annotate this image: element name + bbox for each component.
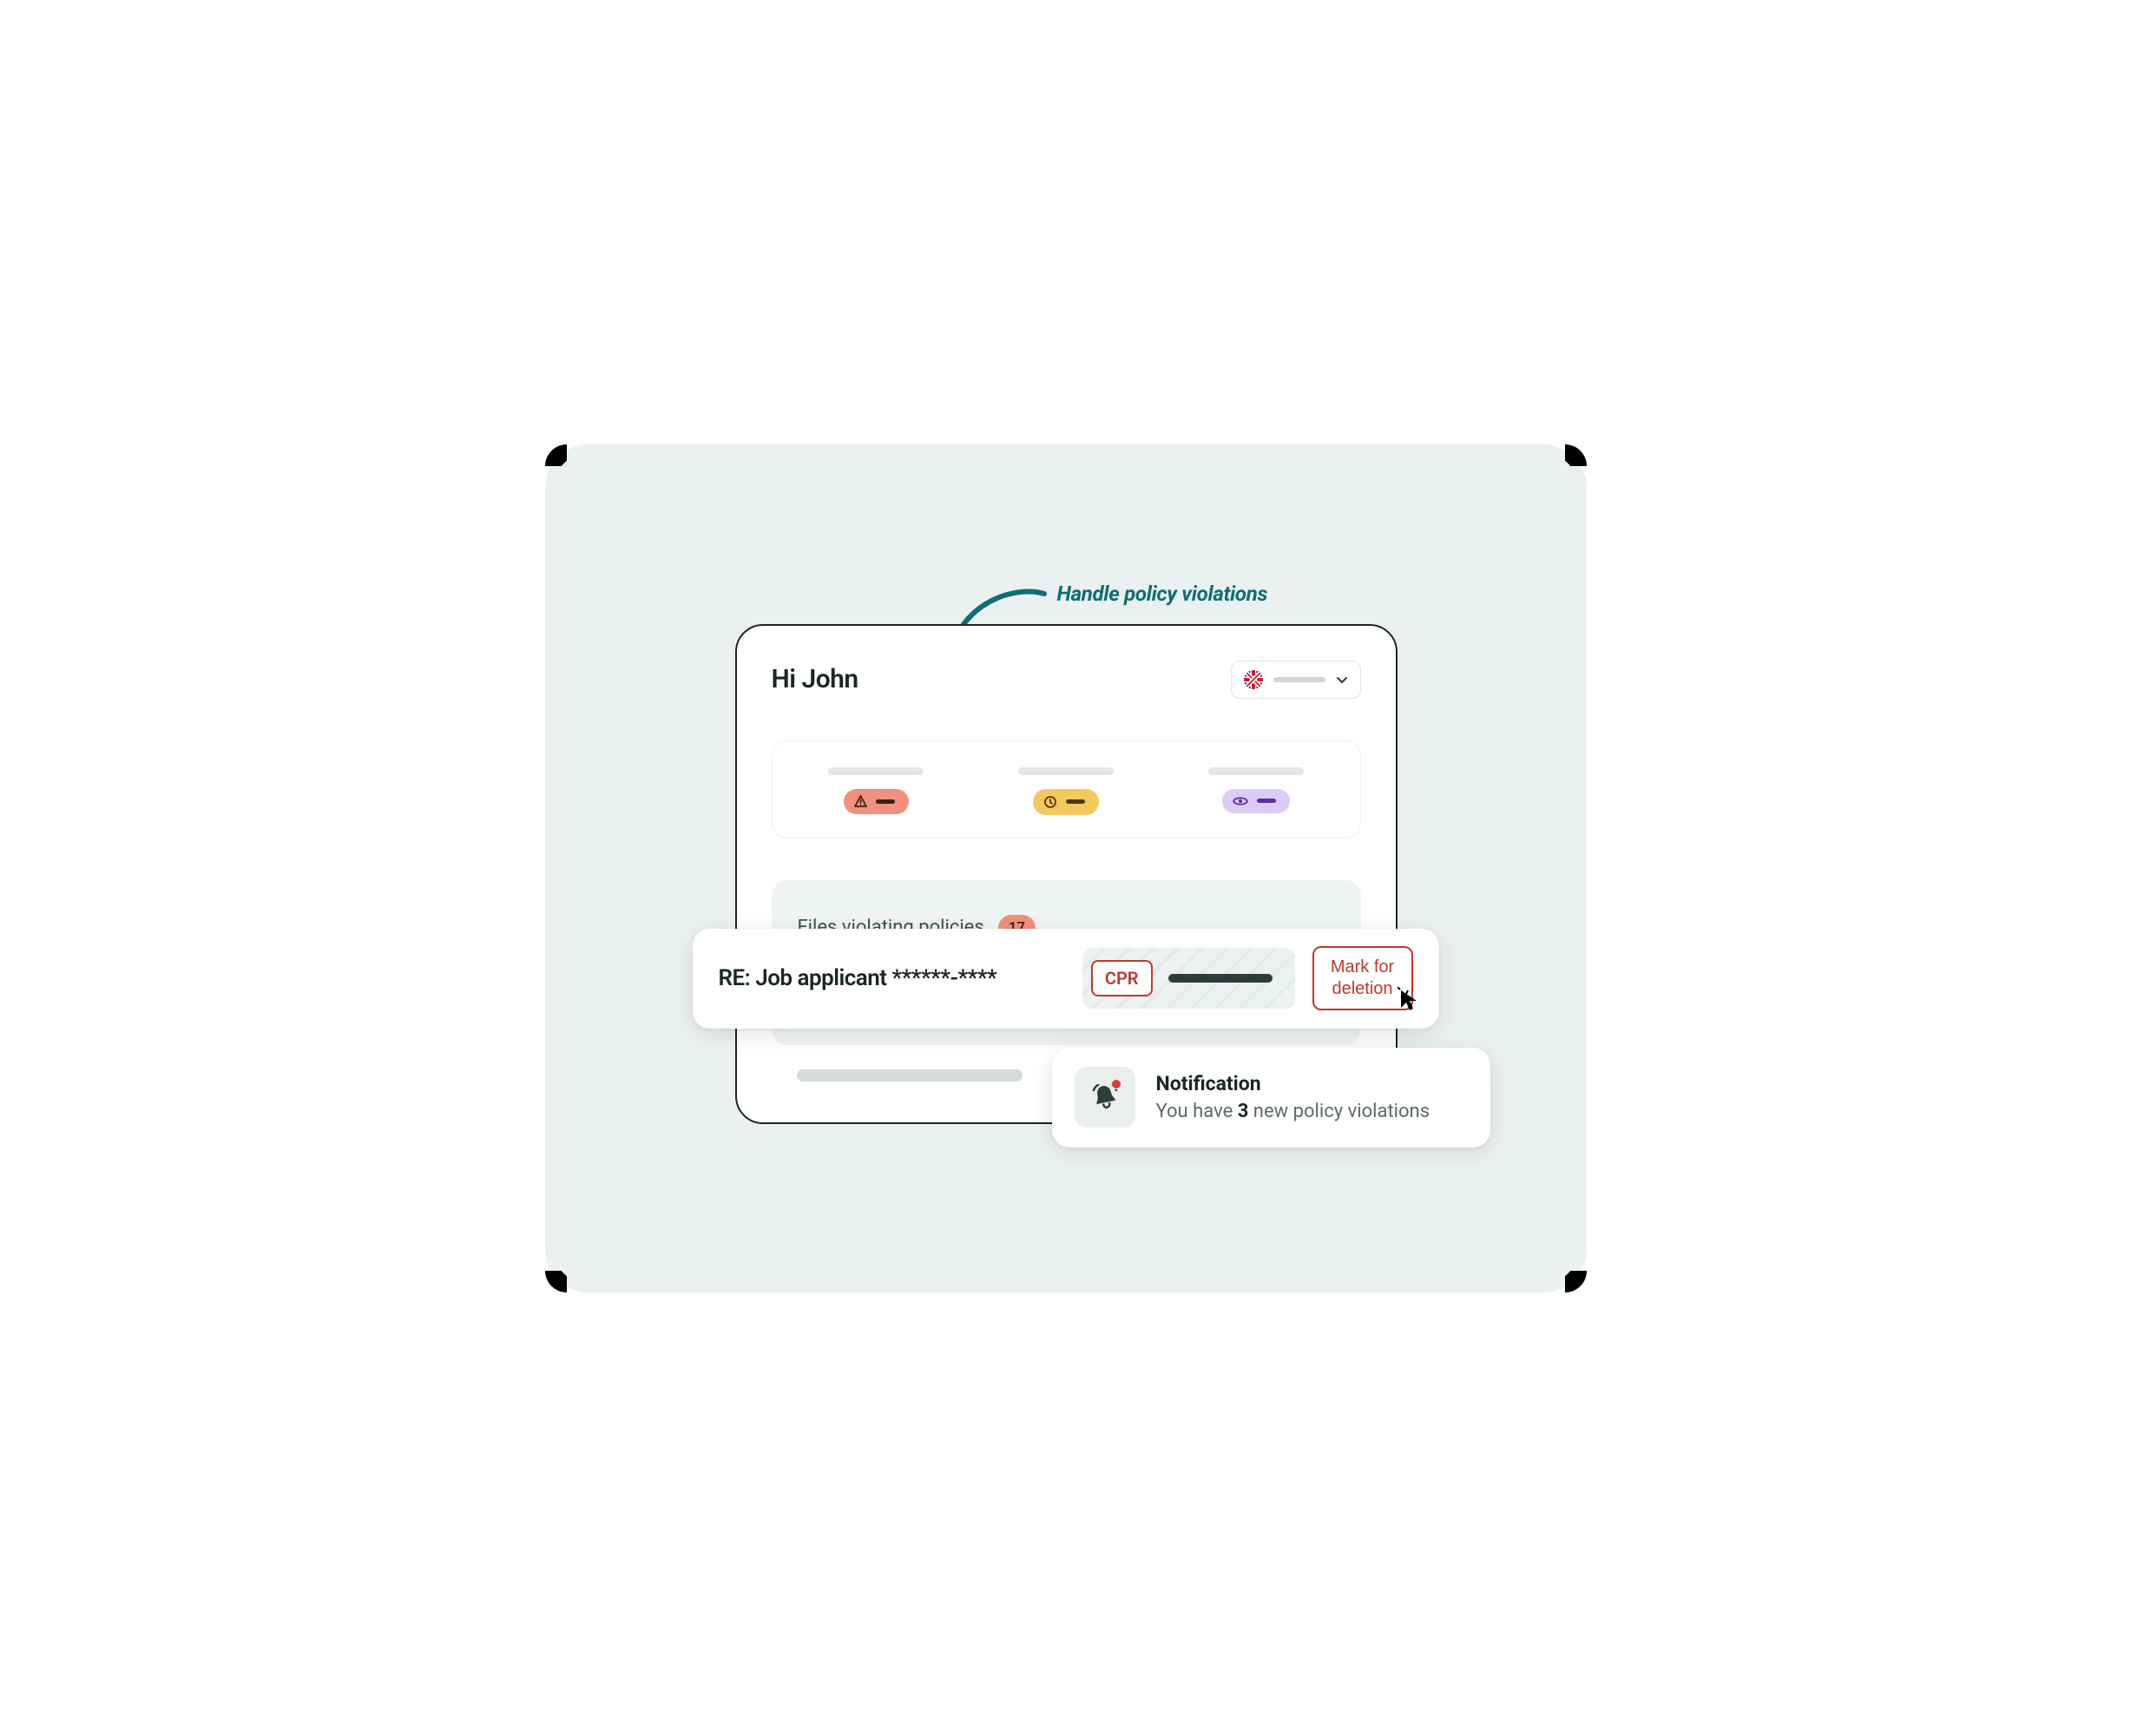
- notification-card[interactable]: Notification You have 3 new policy viola…: [1052, 1048, 1490, 1147]
- stats-row: [772, 740, 1361, 838]
- notification-title: Notification: [1156, 1072, 1431, 1095]
- stat-placeholder: [1018, 767, 1114, 775]
- language-placeholder: [1273, 677, 1325, 682]
- corner-notch: [1565, 444, 1587, 466]
- stat-value-placeholder: [1257, 799, 1276, 803]
- stat-value-placeholder: [876, 799, 895, 804]
- notification-text: Notification You have 3 new policy viola…: [1156, 1072, 1431, 1122]
- stat-placeholder: [1208, 767, 1304, 775]
- window-header: Hi John: [772, 661, 1361, 699]
- stat-placeholder: [828, 767, 924, 775]
- chevron-down-icon: [1336, 674, 1348, 686]
- stat-alert[interactable]: [781, 767, 971, 815]
- uk-flag-icon: [1244, 670, 1263, 689]
- notification-dot-icon: [1111, 1079, 1121, 1089]
- stat-value-placeholder: [1066, 799, 1085, 804]
- eye-icon: [1233, 795, 1248, 807]
- stat-pending[interactable]: [971, 767, 1161, 815]
- stage: Handle policy violations Hi John: [545, 444, 1587, 1292]
- alert-triangle-icon: [854, 795, 867, 808]
- stat-pill: [844, 789, 909, 814]
- clock-icon: [1043, 795, 1057, 809]
- notification-icon-box: [1075, 1067, 1135, 1128]
- corner-notch: [545, 1271, 567, 1292]
- data-tag: CPR: [1091, 960, 1153, 996]
- file-title: RE: Job applicant ******-****: [719, 965, 1065, 991]
- stat-reviewed[interactable]: [1161, 767, 1352, 815]
- redacted-value: [1168, 974, 1273, 983]
- greeting-text: Hi John: [772, 664, 858, 694]
- redacted-field-group: CPR: [1082, 948, 1295, 1009]
- violation-file-row[interactable]: RE: Job applicant ******-**** CPR Mark f…: [693, 929, 1439, 1029]
- list-row-placeholder: [797, 1069, 1023, 1082]
- notification-message: You have 3 new policy violations: [1156, 1101, 1431, 1122]
- corner-notch: [1565, 1271, 1587, 1292]
- stat-pill: [1033, 789, 1099, 815]
- annotation-label: Handle policy violations: [1057, 582, 1268, 606]
- mark-for-deletion-button[interactable]: Mark for deletion: [1312, 946, 1413, 1010]
- stat-pill: [1222, 789, 1290, 813]
- language-selector[interactable]: [1231, 661, 1361, 699]
- corner-notch: [545, 444, 567, 466]
